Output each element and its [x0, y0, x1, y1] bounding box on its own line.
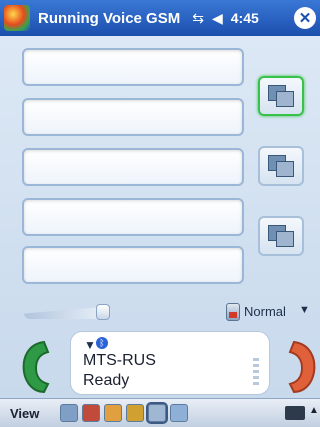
bottom-bar: View — [0, 398, 320, 427]
line-field-3[interactable] — [22, 148, 244, 186]
line-select-button-3[interactable] — [258, 216, 304, 256]
list-view-icon[interactable] — [60, 404, 78, 422]
volume-slider-track[interactable] — [24, 307, 102, 319]
mode-label[interactable]: Normal — [244, 304, 286, 319]
end-call-icon[interactable] — [276, 336, 320, 396]
close-button[interactable]: ✕ — [294, 7, 316, 29]
contacts-icon[interactable] — [82, 404, 100, 422]
windows-view-icon[interactable] — [146, 402, 168, 424]
call-icon[interactable] — [14, 336, 62, 396]
windows-icon — [268, 155, 294, 177]
view-menu[interactable]: View — [10, 406, 60, 421]
status-panel: ▼ ᛒ MTS-RUS Ready — [70, 331, 270, 395]
line-field-2[interactable] — [22, 98, 244, 136]
connectivity-icon[interactable]: ⇆ — [192, 10, 204, 27]
operator-name: MTS-RUS — [83, 352, 156, 369]
title-bar: Running Voice GSM ⇆ ◀︎ 4:45 ✕ — [0, 0, 320, 36]
speaker-mode-icon[interactable] — [226, 303, 240, 321]
windows-icon — [268, 225, 294, 247]
close-icon: ✕ — [298, 10, 312, 27]
clock[interactable]: 4:45 — [231, 10, 259, 26]
chevron-down-icon[interactable]: ▼ — [299, 304, 310, 316]
start-icon[interactable] — [4, 5, 30, 31]
line-field-5[interactable] — [22, 246, 244, 284]
keyboard-icon[interactable] — [285, 406, 305, 420]
folder-icon[interactable] — [104, 404, 122, 422]
panel-scrollbar[interactable] — [253, 358, 259, 388]
line-field-4[interactable] — [22, 198, 244, 236]
volume-icon[interactable]: ◀︎ — [212, 10, 223, 27]
line-field-1[interactable] — [22, 48, 244, 86]
main-area: Normal ▼ ▼ ᛒ MTS-RUS Ready — [0, 36, 320, 398]
keyboard-arrow-icon[interactable]: ▲ — [309, 405, 319, 416]
windows-icon — [268, 85, 294, 107]
line-select-button-2[interactable] — [258, 146, 304, 186]
connection-state: Ready — [83, 372, 130, 389]
edit-icon[interactable] — [126, 404, 144, 422]
volume-slider-thumb[interactable] — [96, 304, 110, 320]
settings-icon[interactable] — [170, 404, 188, 422]
bluetooth-icon: ᛒ — [96, 337, 108, 349]
line-select-button-1[interactable] — [258, 76, 304, 116]
signal-icon: ▼ — [84, 338, 96, 352]
app-title: Running Voice GSM — [38, 9, 181, 27]
status-icons: ⇆ ◀︎ 4:45 — [192, 10, 259, 27]
